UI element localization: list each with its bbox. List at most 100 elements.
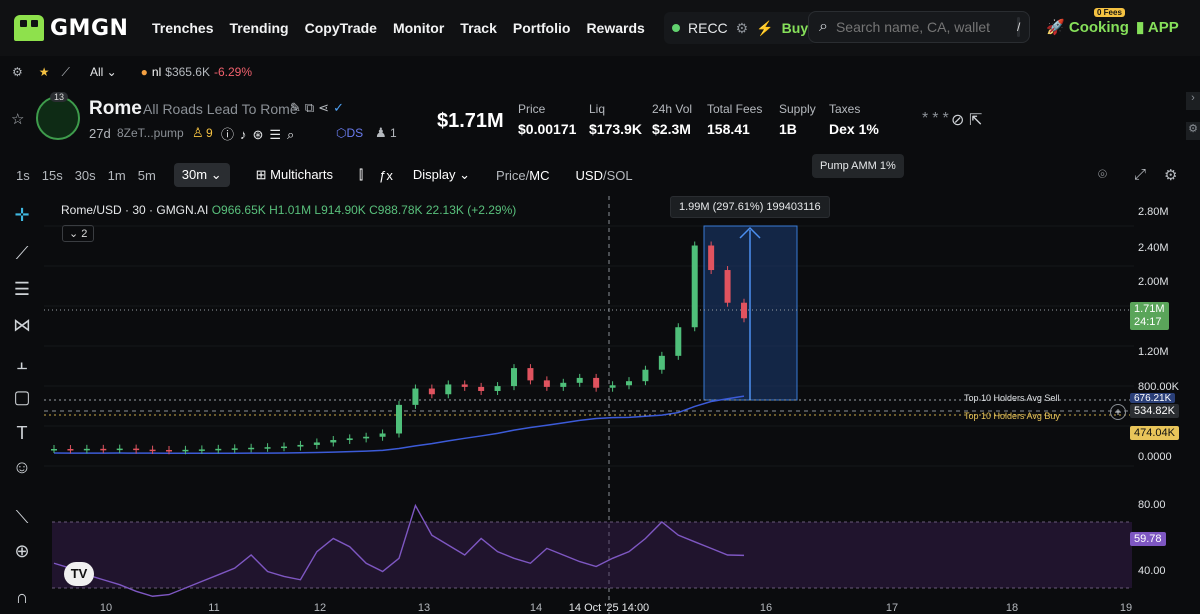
candle	[281, 446, 287, 449]
price-mc-toggle[interactable]: Price/MC	[496, 168, 549, 183]
more-dots-icon[interactable]: ***	[922, 110, 953, 128]
crosshair-icon[interactable]: ✛	[9, 202, 35, 228]
display-button[interactable]: Display ⌄	[413, 167, 470, 183]
candle	[658, 355, 665, 370]
magnet-icon[interactable]: ∩	[9, 584, 35, 610]
add-alert-icon[interactable]: +	[1110, 404, 1126, 420]
currency-toggle[interactable]: USD/SOL	[576, 168, 633, 183]
nav-rewards[interactable]: Rewards	[586, 20, 644, 36]
current-price-tag: 1.71M 24:17	[1130, 302, 1169, 330]
sol-option: SOL	[606, 167, 633, 183]
gear-icon[interactable]: ⚙	[736, 20, 749, 37]
main-nav: Trenches Trending CopyTrade Monitor Track Por…	[152, 20, 661, 36]
nav-portfolio[interactable]: Portfolio	[513, 20, 571, 36]
search-input[interactable]	[835, 19, 1017, 35]
watch-ticker[interactable]: nl	[152, 65, 161, 79]
nav-trending[interactable]: Trending	[229, 20, 288, 36]
recc-widget[interactable]: RECC ⚙ ⚡ Buy	[664, 12, 817, 44]
multicharts-button[interactable]: ⊞ Multicharts	[256, 167, 333, 183]
settings-icon[interactable]: ⚙	[12, 65, 23, 79]
fullscreen-icon[interactable]: ⤢	[1134, 166, 1146, 183]
stat-total-fees: Total Fees 158.41	[707, 102, 762, 137]
text-icon[interactable]: T	[9, 420, 35, 446]
cooking-button[interactable]: 🚀 Cooking	[1046, 18, 1129, 36]
chart-toolbar: 1s 15s 30s 1m 5m 30m ⌄ ⊞ Multicharts ⫿ ƒx Di…	[0, 160, 1200, 190]
nav-trenches[interactable]: Trenches	[152, 20, 213, 36]
timeframe-5m[interactable]: 5m	[138, 168, 156, 183]
candle	[346, 438, 353, 441]
app-download-button[interactable]: ▮ APP	[1136, 18, 1179, 36]
gmgn-logo[interactable]: GMGN	[14, 15, 136, 41]
contract-address[interactable]: 8ZeT...pump	[117, 126, 184, 140]
zoom-icon[interactable]: ⊕	[9, 538, 35, 564]
watch-token-avatar-icon: ●	[140, 65, 148, 79]
phone-icon: ▮	[1136, 19, 1145, 36]
candle	[231, 448, 238, 450]
candle-type-icon[interactable]: ⫿	[359, 167, 363, 183]
watch-mcap: $365.6K	[165, 65, 210, 79]
y-axis-tick: 800.00K	[1138, 381, 1179, 393]
ds-badge[interactable]: ⬡DS	[336, 126, 363, 140]
sell-price-tag: 676.21K	[1130, 393, 1176, 403]
y-axis-tick: 1.20M	[1138, 346, 1169, 358]
stat-label: Taxes	[829, 102, 861, 116]
camera-icon[interactable]: ⌾	[1098, 166, 1107, 183]
chart-settings-icon[interactable]: ⚙	[1164, 166, 1177, 184]
candle	[51, 449, 57, 451]
tradingview-logo[interactable]: TV	[64, 562, 94, 586]
stat-value: $173.9K	[589, 121, 642, 137]
timeframe-30s[interactable]: 30s	[75, 168, 96, 183]
indicators-icon[interactable]: ƒx	[379, 168, 393, 183]
frog-logo-icon	[14, 15, 44, 41]
stat-taxes: Taxes Dex 1%	[829, 102, 879, 137]
indicator-collapse[interactable]: ⌄ 2	[62, 225, 95, 242]
ruler-icon[interactable]: ⟍	[9, 504, 35, 530]
ds-count: 1	[390, 126, 397, 140]
candle	[461, 384, 468, 387]
nav-track[interactable]: Track	[460, 20, 497, 36]
nav-monitor[interactable]: Monitor	[393, 20, 444, 36]
display-label: Display	[412, 167, 456, 182]
pattern-icon[interactable]: ⋈	[9, 312, 35, 338]
candle	[543, 380, 550, 387]
timeframe-active-label: 30m	[181, 167, 208, 182]
star-icon[interactable]: ★	[39, 65, 50, 79]
candle	[182, 449, 189, 452]
x-axis-tick: 14 Oct '25 14:00	[569, 602, 649, 614]
chart-legend: Rome/USD · 30 · GMGN.AI O966.65K H1.01M …	[61, 203, 516, 217]
chart-icon[interactable]: ⟋	[62, 65, 70, 80]
search-box[interactable]: ⌕ /	[808, 11, 1030, 43]
collapse-right-icon[interactable]: ›	[1186, 92, 1200, 110]
ds-icon: ⬡	[336, 126, 347, 140]
x-axis-tick: 17	[886, 602, 898, 614]
hide-icon[interactable]: ⊘	[951, 110, 964, 130]
trendline-icon[interactable]: ⟋	[9, 240, 35, 266]
token-avatar[interactable]	[36, 96, 80, 140]
candle	[198, 449, 205, 451]
fib-icon[interactable]: ☰	[9, 276, 35, 302]
buy-button[interactable]: Buy	[782, 20, 808, 36]
countdown-value: 24:17	[1134, 316, 1162, 328]
timeframe-15s[interactable]: 15s	[42, 168, 63, 183]
timeframe-active[interactable]: 30m ⌄	[173, 163, 230, 187]
usd-option: USD	[575, 167, 603, 183]
settings-panel-icon[interactable]: ⚙	[1186, 122, 1200, 140]
candle	[166, 449, 172, 452]
rectangle-icon[interactable]: ▢	[9, 384, 35, 410]
stat-liq: Liq $173.9K	[589, 102, 642, 137]
candle	[593, 377, 600, 388]
recc-label: RECC	[688, 20, 728, 36]
favorite-star-icon[interactable]: ☆	[11, 110, 24, 128]
price-chart[interactable]: 10 11 12 13 14 14 Oct '25 14:00 16 17 18 19	[44, 196, 1200, 614]
candle	[149, 449, 156, 452]
token-subtitle: All Roads Lead To Rome	[143, 101, 298, 117]
emoji-icon[interactable]: ☺	[9, 454, 35, 480]
timeframe-1m[interactable]: 1m	[108, 168, 126, 183]
measure-icon[interactable]: ⫠	[9, 350, 35, 376]
nav-copytrade[interactable]: CopyTrade	[305, 20, 377, 36]
timeframe-1s[interactable]: 1s	[16, 168, 30, 183]
candle	[675, 327, 682, 356]
filter-select[interactable]: All ⌄	[90, 65, 117, 79]
external-link-icon[interactable]: ⇱	[969, 110, 982, 130]
mc-option: MC	[529, 167, 550, 183]
